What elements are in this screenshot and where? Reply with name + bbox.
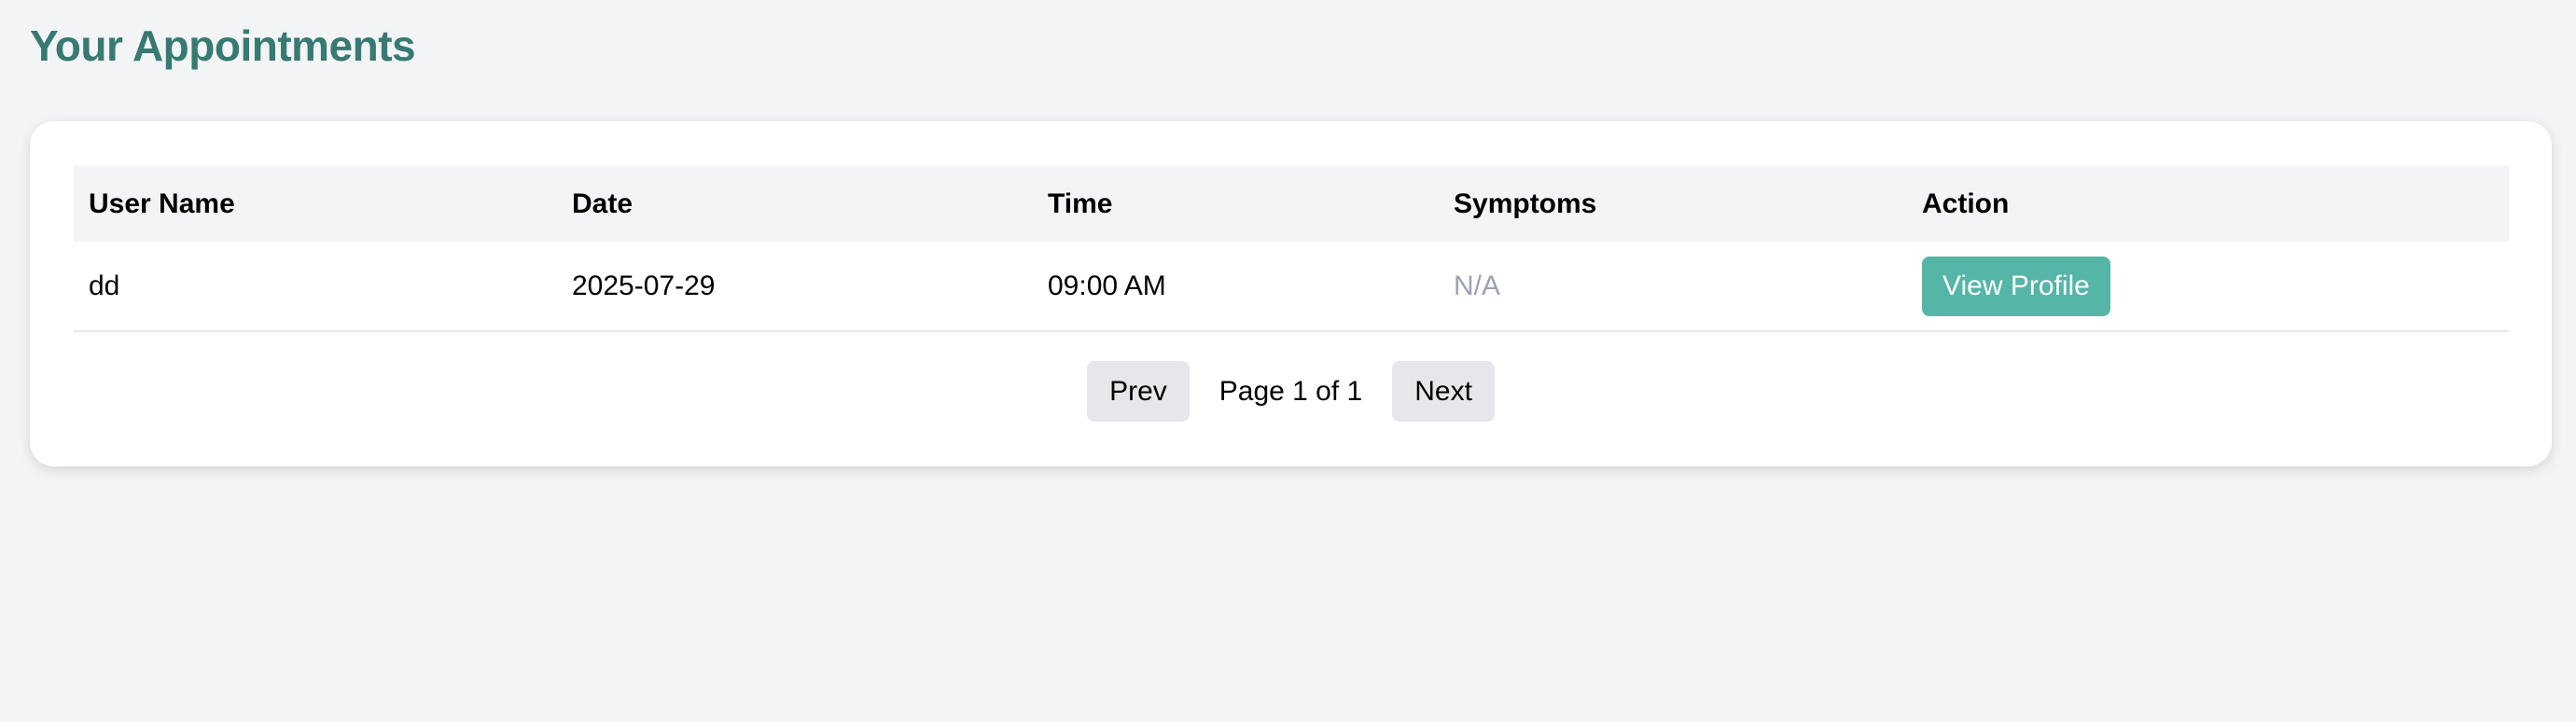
cell-user-name: dd [74, 242, 557, 332]
cell-time: 09:00 AM [1033, 242, 1439, 332]
prev-page-button[interactable]: Prev [1087, 361, 1190, 422]
cell-action: View Profile [1907, 242, 2509, 332]
pagination: Prev Page 1 of 1 Next [30, 361, 2552, 422]
view-profile-button[interactable]: View Profile [1922, 256, 2110, 316]
column-header-time: Time [1033, 166, 1439, 242]
cell-symptoms: N/A [1439, 242, 1907, 332]
column-header-date: Date [557, 166, 1033, 242]
page-status: Page 1 of 1 [1218, 375, 1363, 407]
appointments-card: User Name Date Time Symptoms Action dd 2… [30, 121, 2552, 466]
table-row: dd 2025-07-29 09:00 AM N/A View Profile [74, 242, 2509, 332]
column-header-action: Action [1907, 166, 2509, 242]
cell-date: 2025-07-29 [557, 242, 1033, 332]
column-header-user-name: User Name [74, 166, 557, 242]
table-header-row: User Name Date Time Symptoms Action [74, 166, 2509, 242]
page-title: Your Appointments [30, 21, 416, 70]
next-page-button[interactable]: Next [1392, 361, 1495, 422]
appointments-table: User Name Date Time Symptoms Action dd 2… [74, 166, 2509, 332]
column-header-symptoms: Symptoms [1439, 166, 1907, 242]
